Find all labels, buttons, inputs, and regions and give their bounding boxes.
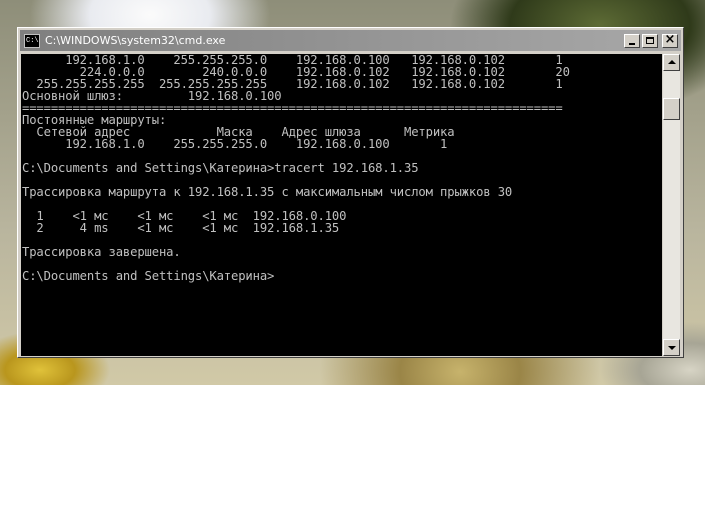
console-line: Трассировка маршрута к 192.168.1.35 с ма… [22, 185, 513, 199]
arrow-up-icon [668, 60, 676, 64]
close-button[interactable]: × [662, 31, 678, 48]
console-output[interactable]: 192.168.1.0 255.255.255.0 192.168.0.100 … [21, 54, 662, 356]
cmd-window[interactable]: C:\ C:\WINDOWS\system32\cmd.exe × 192.16… [17, 27, 684, 358]
console-line: 192.168.1.0 255.255.255.0 192.168.0.100 … [22, 137, 448, 151]
console-line: 2 4 ms <1 мс <1 мс 192.168.1.35 [22, 221, 340, 235]
console-line: C:\Documents and Settings\Катерина>trace… [22, 161, 419, 175]
console-line: Трассировка завершена. [22, 245, 181, 259]
close-icon: × [664, 31, 676, 47]
scroll-thumb[interactable] [663, 98, 680, 120]
console-text: 192.168.1.0 255.255.255.0 192.168.0.100 … [21, 54, 662, 282]
console-line: C:\Documents and Settings\Катерина> [22, 269, 275, 283]
arrow-down-icon [668, 346, 676, 350]
maximize-button[interactable] [642, 33, 658, 48]
scroll-down-button[interactable] [663, 339, 680, 356]
scroll-up-button[interactable] [663, 54, 680, 71]
title-bar[interactable]: C:\ C:\WINDOWS\system32\cmd.exe × [20, 30, 681, 51]
minimize-button[interactable] [624, 33, 640, 48]
vertical-scrollbar[interactable] [663, 54, 680, 356]
maximize-icon [646, 36, 654, 44]
window-title: C:\WINDOWS\system32\cmd.exe [45, 34, 226, 47]
console-icon[interactable]: C:\ [24, 33, 40, 48]
minimize-icon [629, 42, 635, 45]
